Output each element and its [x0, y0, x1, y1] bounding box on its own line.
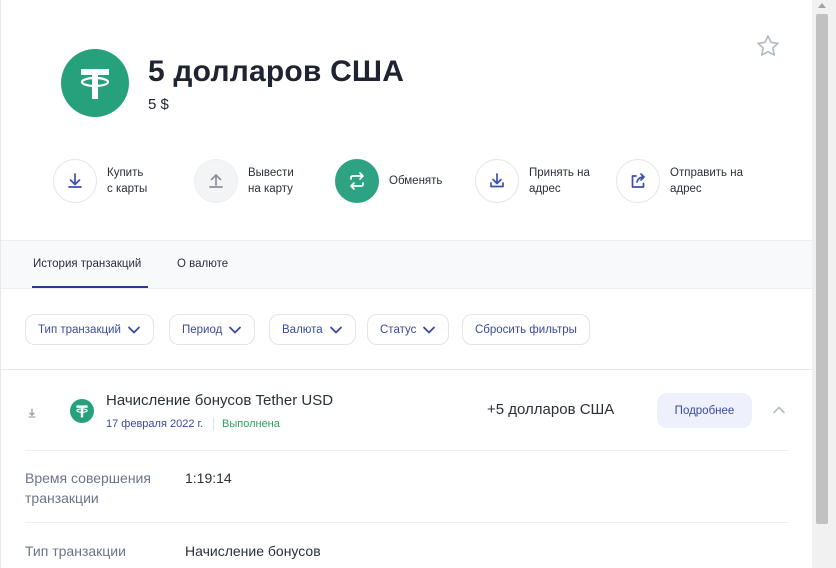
star-outline-icon[interactable] — [755, 33, 781, 59]
divider — [1, 369, 813, 370]
download-icon — [68, 172, 82, 188]
balance-amount: 5 $ — [148, 96, 169, 113]
action-icon-circle — [53, 158, 97, 203]
detail-value-time: 1:19:14 — [185, 470, 232, 486]
active-tab-indicator — [32, 286, 148, 288]
transaction-amount: +5 долларов США — [487, 401, 615, 418]
tab-about-currency[interactable]: О валюте — [177, 258, 228, 270]
action-label: Вывести на карту — [248, 166, 294, 195]
buy-with-card-button[interactable]: Купить с карты — [53, 158, 147, 203]
chevron-down-icon — [329, 326, 342, 333]
action-label: Принять на адрес — [529, 166, 590, 195]
filter-label: Статус — [380, 323, 417, 336]
reset-filters-button[interactable]: Сбросить фильтры — [462, 314, 590, 345]
withdraw-to-card-button[interactable]: Вывести на карту — [194, 158, 294, 203]
divider — [213, 417, 214, 431]
chevron-down-icon — [423, 326, 436, 333]
wallet-page: 5 долларов США 5 $ Купить с карты Вывест… — [0, 0, 813, 568]
detail-label-type: Тип транзакции — [25, 543, 126, 559]
filter-label: Тип транзакций — [38, 323, 121, 336]
tether-logo — [61, 49, 129, 117]
share-icon — [631, 172, 645, 188]
transaction-date: 17 февраля 2022 г. — [106, 418, 204, 430]
chevron-down-icon — [229, 326, 242, 333]
filter-transaction-type[interactable]: Тип транзакций — [25, 314, 154, 345]
scroll-up-arrow-icon[interactable] — [818, 3, 826, 8]
filter-status[interactable]: Статус — [367, 314, 450, 345]
exchange-button[interactable]: Обменять — [335, 158, 442, 203]
action-icon-circle — [616, 158, 660, 203]
filter-label: Период — [182, 323, 223, 336]
chevron-up-icon[interactable] — [771, 403, 787, 417]
filter-currency[interactable]: Валюта — [269, 314, 356, 345]
scrollbar-thumb[interactable] — [816, 14, 828, 524]
send-to-address-button[interactable]: Отправить на адрес — [616, 158, 743, 203]
tab-transaction-history[interactable]: История транзакций — [33, 258, 141, 270]
chevron-down-icon — [128, 326, 140, 333]
action-icon-circle — [475, 158, 519, 203]
tether-t-icon — [76, 405, 88, 418]
upload-icon — [209, 173, 223, 188]
filter-label: Валюта — [282, 323, 323, 336]
detail-value-type: Начисление бонусов — [185, 543, 321, 559]
incoming-arrow-icon — [27, 405, 37, 418]
page-title: 5 долларов США — [148, 55, 405, 88]
action-label: Обменять — [389, 174, 443, 187]
divider — [25, 450, 789, 451]
action-icon-circle — [194, 158, 238, 203]
action-icon-circle — [335, 158, 379, 203]
exchange-icon — [350, 171, 364, 190]
action-label: Отправить на адрес — [670, 166, 743, 195]
tabs-bar: История транзакций О валюте — [1, 240, 813, 289]
tether-logo — [70, 399, 94, 423]
action-label: Купить с карты — [107, 166, 148, 195]
detail-label-time: Время совершения транзакции — [25, 470, 151, 506]
tether-t-icon — [80, 69, 110, 99]
divider — [25, 522, 789, 523]
filter-period[interactable]: Период — [169, 314, 256, 345]
scrollbar[interactable] — [812, 0, 836, 568]
reset-filters-label: Сбросить фильтры — [475, 323, 577, 336]
status-badge: Выполнена — [222, 418, 280, 430]
receive-icon — [490, 172, 504, 187]
transaction-title: Начисление бонусов Tether USD — [106, 392, 334, 409]
receive-to-address-button[interactable]: Принять на адрес — [475, 158, 590, 203]
details-button[interactable]: Подробнее — [657, 393, 752, 428]
